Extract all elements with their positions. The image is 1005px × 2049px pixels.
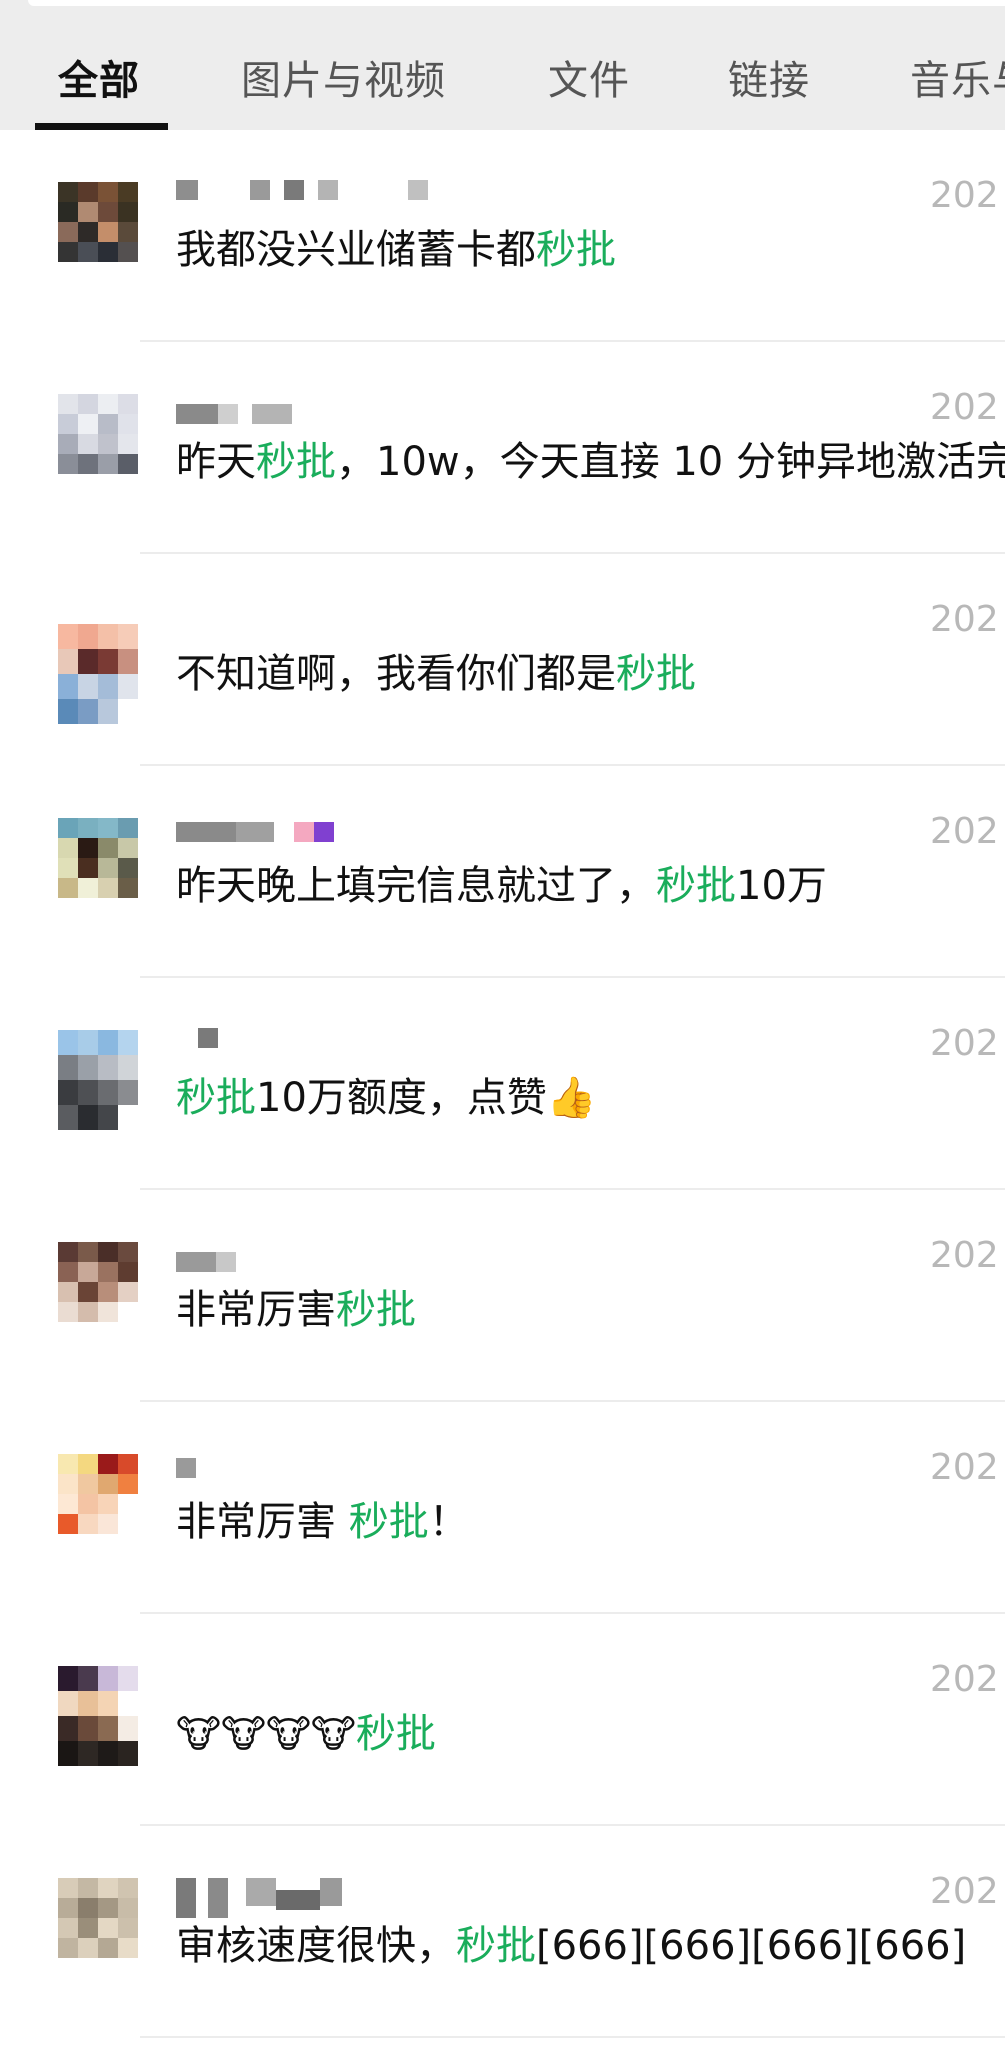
message-snippet: 秒批10万额度，点赞👍	[176, 1075, 597, 1121]
keyword-highlight: 秒批	[536, 227, 616, 273]
result-row[interactable]: 昨天晚上填完信息就过了，秒批10万 202	[0, 766, 1005, 978]
avatar[interactable]	[58, 1666, 138, 1766]
filter-tab-bar: 全部 图片与视频 文件 链接 音乐与	[0, 0, 1005, 130]
message-date: 202	[930, 1235, 999, 1276]
avatar[interactable]	[58, 1878, 138, 1958]
avatar[interactable]	[58, 182, 138, 262]
tab-music[interactable]: 音乐与	[910, 57, 1005, 105]
keyword-highlight: 秒批	[616, 651, 696, 697]
message-snippet: 我都没兴业储蓄卡都秒批	[176, 227, 616, 273]
active-tab-indicator	[35, 123, 168, 130]
blurred-username	[176, 1878, 356, 1918]
avatar[interactable]	[58, 1030, 138, 1130]
result-row[interactable]: 我都没兴业储蓄卡都秒批 202	[0, 130, 1005, 342]
message-snippet: 昨天秒批，10w，今天直接 10 分钟异地激活完	[176, 439, 1005, 485]
result-row[interactable]: 🐮🐮🐮🐮秒批 202	[0, 1614, 1005, 1826]
blurred-username	[176, 180, 442, 200]
tab-files[interactable]: 文件	[548, 57, 630, 105]
result-row[interactable]: 审核速度很快，秒批[666][666][666][666] 202	[0, 1826, 1005, 2038]
blurred-username	[176, 1252, 250, 1272]
avatar[interactable]	[58, 818, 138, 898]
result-row[interactable]: 非常厉害 秒批！ 202	[0, 1402, 1005, 1614]
keyword-highlight: 秒批	[256, 439, 336, 485]
blurred-username	[176, 1028, 232, 1048]
message-date: 202	[930, 1447, 999, 1488]
keyword-highlight: 秒批	[176, 1075, 256, 1121]
cow-emoji-group: 🐮🐮🐮🐮	[176, 1712, 356, 1756]
avatar[interactable]	[58, 624, 138, 724]
message-snippet: 非常厉害 秒批！	[176, 1499, 469, 1545]
row-divider	[140, 2036, 1005, 2038]
result-row[interactable]: 非常厉害秒批 202	[0, 1190, 1005, 1402]
avatar[interactable]	[58, 394, 138, 474]
message-snippet: 昨天晚上填完信息就过了，秒批10万	[176, 863, 827, 909]
blurred-username	[176, 822, 348, 842]
message-snippet: 不知道啊，我看你们都是秒批	[176, 651, 696, 697]
message-date: 202	[930, 1023, 999, 1064]
blurred-username	[176, 404, 306, 424]
result-row[interactable]: 秒批10万额度，点赞👍 202	[0, 978, 1005, 1190]
tab-links[interactable]: 链接	[728, 57, 810, 105]
tab-all[interactable]: 全部	[58, 57, 140, 105]
keyword-highlight: 秒批	[348, 1499, 429, 1545]
message-date: 202	[930, 599, 999, 640]
message-snippet: 🐮🐮🐮🐮秒批	[176, 1709, 436, 1759]
message-date: 202	[930, 175, 999, 216]
result-row[interactable]: 昨天秒批，10w，今天直接 10 分钟异地激活完 202	[0, 342, 1005, 554]
tab-images-videos[interactable]: 图片与视频	[241, 57, 446, 105]
message-date: 202	[930, 811, 999, 852]
avatar[interactable]	[58, 1454, 138, 1534]
keyword-highlight: 秒批	[456, 1923, 536, 1969]
message-snippet: 非常厉害秒批	[176, 1287, 416, 1333]
avatar[interactable]	[58, 1242, 138, 1322]
search-results-list: 我都没兴业储蓄卡都秒批 202 昨天秒批，10w，今天直接 10 分钟异地激活完…	[0, 130, 1005, 2038]
search-box-edge[interactable]	[28, 0, 1005, 6]
result-row[interactable]: 不知道啊，我看你们都是秒批 202	[0, 554, 1005, 766]
blurred-username	[176, 1458, 210, 1478]
message-date: 202	[930, 1871, 999, 1912]
message-date: 202	[930, 387, 999, 428]
keyword-highlight: 秒批	[336, 1287, 416, 1333]
message-snippet: 审核速度很快，秒批[666][666][666][666]	[176, 1923, 967, 1969]
keyword-highlight: 秒批	[656, 863, 736, 909]
message-date: 202	[930, 1659, 999, 1700]
keyword-highlight: 秒批	[355, 1711, 436, 1757]
